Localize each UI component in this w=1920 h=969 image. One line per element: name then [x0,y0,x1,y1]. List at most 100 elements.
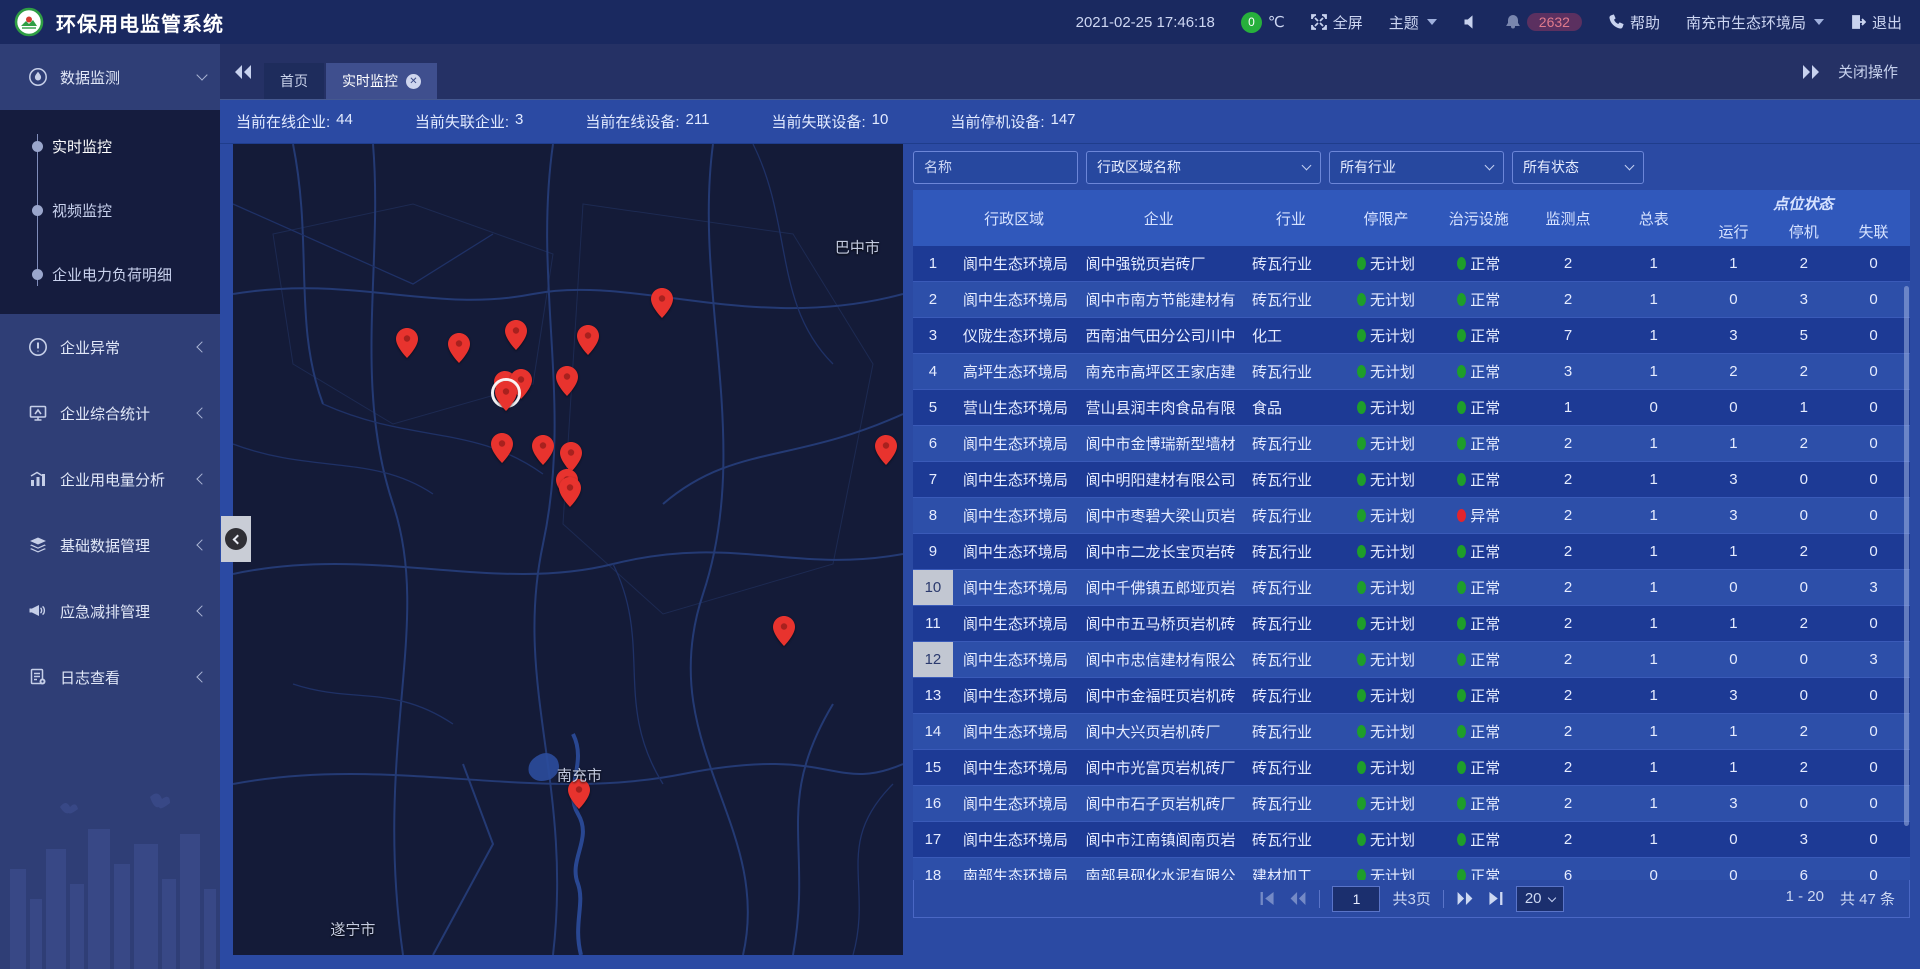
table-row[interactable]: 15阆中生态环境局阆中市光富页岩机砖厂砖瓦行业无计划正常21120 [913,750,1910,786]
map-pin-icon[interactable] [559,477,581,507]
table-row[interactable]: 6阆中生态环境局阆中市金博瑞新型墙材砖瓦行业无计划正常21120 [913,426,1910,462]
table-row[interactable]: 4高坪生态环境局南充市高坪区王家店建砖瓦行业无计划正常31220 [913,354,1910,390]
map-pin-icon[interactable] [448,333,470,363]
status-dot-icon [1457,437,1466,450]
sidebar-item-6[interactable]: 日志查看 [0,644,220,710]
cell-region: 阆中生态环境局 [953,498,1076,533]
map-pin-icon[interactable] [396,328,418,358]
logout-button[interactable]: 退出 [1850,12,1902,33]
org-dropdown[interactable]: 南充市生态环境局 [1686,12,1824,33]
cell-region: 营山生态环境局 [953,390,1076,425]
table-row[interactable]: 10阆中生态环境局阆中千佛镇五郎垭页岩砖瓦行业无计划正常21003 [913,570,1910,606]
status-dot-icon [1357,653,1366,666]
speaker-muted-icon[interactable] [1463,14,1479,30]
cell-industry: 建材加工 [1242,858,1340,880]
stat-item: 当前停机设备:147 [950,111,1075,132]
map-pin-icon[interactable] [556,366,578,396]
scroll-tabs-left-icon[interactable] [234,65,252,79]
map-pin-icon[interactable] [773,616,795,646]
status-dot-icon [1357,689,1366,702]
table-row[interactable]: 7阆中生态环境局阆中明阳建材有限公司砖瓦行业无计划正常21300 [913,462,1910,498]
cell-stop: 3 [1770,822,1837,857]
col-header-stop: 停机 [1770,216,1837,246]
sidebar-item-5[interactable]: 应急减排管理 [0,578,220,644]
table-row[interactable]: 14阆中生态环境局阆中大兴页岩机砖厂砖瓦行业无计划正常21120 [913,714,1910,750]
close-icon[interactable]: ✕ [406,74,421,89]
collapse-map-handle[interactable] [221,516,251,562]
name-filter-input[interactable] [924,159,1067,175]
status-dot-icon [1457,689,1466,702]
next-page-button[interactable] [1456,892,1474,905]
region-filter-select[interactable]: 行政区域名称 [1086,151,1321,184]
first-page-button[interactable] [1259,892,1277,905]
table-row[interactable]: 12阆中生态环境局阆中市忠信建材有限公砖瓦行业无计划正常21003 [913,642,1910,678]
table-row[interactable]: 8阆中生态环境局阆中市枣碧大梁山页岩砖瓦行业无计划异常21300 [913,498,1910,534]
prev-page-button[interactable] [1289,892,1307,905]
close-actions-dropdown[interactable]: 关闭操作 [1838,61,1898,82]
sidebar-subitem[interactable]: 企业电力负荷明细 [0,242,220,306]
table-row[interactable]: 13阆中生态环境局阆中市金福旺页岩机砖砖瓦行业无计划正常21300 [913,678,1910,714]
map-pin-icon[interactable] [495,381,517,411]
cell-index: 18 [913,858,953,880]
scroll-tabs-right-icon[interactable] [1802,65,1820,79]
map-pin-icon[interactable] [560,442,582,472]
cell-stop: 3 [1770,282,1837,317]
map-pin-icon[interactable] [651,288,673,318]
sidebar-subitem[interactable]: 实时监控 [0,114,220,178]
map-pin-icon[interactable] [577,325,599,355]
fullscreen-button[interactable]: 全屏 [1311,12,1363,33]
cell-stop: 2 [1770,426,1837,461]
theme-dropdown[interactable]: 主题 [1389,12,1437,33]
map-pin-icon[interactable] [505,320,527,350]
cell-index: 17 [913,822,953,857]
temperature-badge: 0 [1241,12,1262,33]
cell-company: 阆中大兴页岩机砖厂 [1076,714,1242,749]
table-row[interactable]: 3仪陇生态环境局西南油气田分公司川中化工无计划正常71350 [913,318,1910,354]
cell-lost: 0 [1837,714,1910,749]
cell-lost: 3 [1837,570,1910,605]
status-filter-select[interactable]: 所有状态 [1512,151,1644,184]
industry-filter-select[interactable]: 所有行业 [1329,151,1504,184]
table-scrollbar[interactable] [1904,286,1909,826]
sidebar-subitem[interactable]: 视频监控 [0,178,220,242]
cell-industry: 食品 [1242,390,1340,425]
cell-facility: 正常 [1432,642,1525,677]
last-page-button[interactable] [1486,892,1504,905]
table-row[interactable]: 2阆中生态环境局阆中市南方节能建材有砖瓦行业无计划正常21030 [913,282,1910,318]
page-size-select[interactable]: 20 [1516,886,1564,912]
tabs-container: 首页实时监控✕ [264,63,1802,99]
cell-stop: 2 [1770,534,1837,569]
table-row[interactable]: 18南部生态环境局南部县砚化水泥有限公建材加工无计划正常60060 [913,858,1910,880]
notifications[interactable]: 2632 [1505,13,1582,31]
page-number-input[interactable] [1332,886,1380,912]
map-pin-icon[interactable] [491,433,513,463]
map-pin-icon[interactable] [875,435,897,465]
table-row[interactable]: 5营山生态环境局营山县润丰肉食品有限食品无计划正常10010 [913,390,1910,426]
table-row[interactable]: 11阆中生态环境局阆中市五马桥页岩机砖砖瓦行业无计划正常21120 [913,606,1910,642]
sidebar-subitem-label: 企业电力负荷明细 [52,264,172,285]
facility-status-label: 正常 [1470,397,1500,418]
status-dot-icon [1357,257,1366,270]
tab-首页[interactable]: 首页 [264,63,324,99]
tab-实时监控[interactable]: 实时监控✕ [326,63,437,99]
cell-run: 1 [1697,246,1771,281]
cell-industry: 砖瓦行业 [1242,246,1340,281]
limit-status-label: 无计划 [1370,253,1415,274]
sidebar-item-1[interactable]: 企业异常 [0,314,220,380]
sidebar-item-3[interactable]: 企业用电量分析 [0,446,220,512]
sidebar-item-2[interactable]: 企业综合统计 [0,380,220,446]
table-row[interactable]: 16阆中生态环境局阆中市石子页岩机砖厂砖瓦行业无计划正常21300 [913,786,1910,822]
table-row[interactable]: 17阆中生态环境局阆中市江南镇阆南页岩砖瓦行业无计划正常21030 [913,822,1910,858]
table-row[interactable]: 9阆中生态环境局阆中市二龙长宝页岩砖砖瓦行业无计划正常21120 [913,534,1910,570]
sidebar-item-0[interactable]: 数据监测 [0,44,220,110]
sidebar-item-4[interactable]: 基础数据管理 [0,512,220,578]
cell-stop: 0 [1770,570,1837,605]
cell-industry: 砖瓦行业 [1242,714,1340,749]
map-pin-icon[interactable] [532,435,554,465]
cell-region: 仪陇生态环境局 [953,318,1076,353]
help-button[interactable]: 帮助 [1608,12,1660,33]
cell-points: 2 [1525,534,1611,569]
map-panel[interactable]: 巴中市南充市遂宁市 [233,144,903,955]
table-row[interactable]: 1阆中生态环境局阆中强锐页岩砖厂砖瓦行业无计划正常21120 [913,246,1910,282]
tab-actions: 关闭操作 [1802,61,1898,82]
